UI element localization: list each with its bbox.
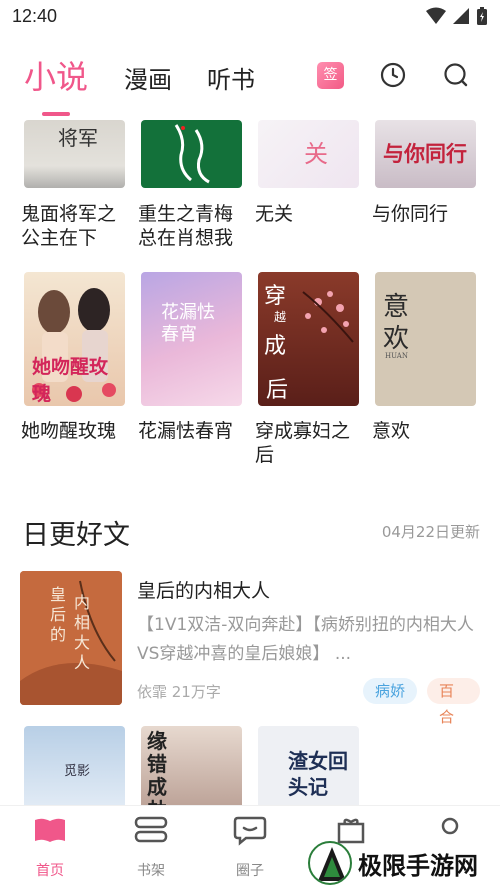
watermark: 极限手游网 <box>308 838 478 888</box>
cover-text: 关 <box>304 140 328 168</box>
chat-bubble-icon <box>233 816 267 846</box>
book-title: 穿成寡妇之后 <box>255 420 351 466</box>
nav-community[interactable]: 圈子 <box>220 814 280 880</box>
cover-text: 越 <box>274 310 287 324</box>
cover-text: 花漏怯春宵 <box>161 302 215 345</box>
history-clock-icon[interactable] <box>380 62 406 88</box>
signal-icon <box>453 8 469 24</box>
book-cover: 花漏怯春宵 <box>141 272 242 406</box>
nav-home-label: 首页 <box>36 863 64 879</box>
tab-audiobook[interactable]: 听书 <box>207 60 255 95</box>
status-icons <box>426 6 488 26</box>
featured-book[interactable]: 皇后的 内相大人 皇后的内相大人 【1V1双洁-双向奔赴】【病娇别扭的内相大人V… <box>20 571 480 726</box>
wifi-icon <box>426 7 446 24</box>
cover-text: 缘错成劫 <box>147 729 167 810</box>
featured-book-description: 【1V1双洁-双向奔赴】【病娇别扭的内相大人VS穿越冲喜的皇后娘娘】 ... <box>137 615 474 664</box>
featured-book-meta: 依霏 21万字 <box>137 683 221 701</box>
nav-bookshelf[interactable]: 书架 <box>121 814 181 880</box>
nav-bookshelf-label: 书架 <box>137 863 165 879</box>
book-cover: 与你同行 <box>375 120 476 188</box>
cover-art <box>20 571 122 705</box>
book-title: 重生之青梅总在肖想我 <box>138 203 234 249</box>
book-cover: 将军 <box>24 120 125 188</box>
cover-text: 后 <box>266 378 289 403</box>
watermark-text: 极限手游网 <box>358 851 478 880</box>
book-cover[interactable]: 渣女回头记 <box>258 726 359 809</box>
cover-text: 内相大人 <box>74 593 91 672</box>
featured-book-title: 皇后的内相大人 <box>137 580 271 602</box>
book-cover: 穿 越 成 后 <box>258 272 359 406</box>
book-cover <box>141 120 242 188</box>
search-icon[interactable] <box>443 62 469 88</box>
book-cover: 关 <box>258 120 359 188</box>
cover-text: 渣女回头记 <box>288 749 348 799</box>
cover-text: 与你同行 <box>383 141 467 166</box>
cover-text: HUAN <box>385 352 408 360</box>
cover-text: 成 <box>264 334 287 359</box>
book-title: 花漏怯春宵 <box>138 420 234 442</box>
sign-in-icon[interactable]: 签 <box>317 62 344 89</box>
cover-text: 欢 <box>383 324 410 354</box>
tag[interactable]: 病娇 <box>363 678 418 704</box>
bookshelf-icon <box>134 816 168 843</box>
top-nav: 小说 漫画 听书 签 <box>0 50 500 120</box>
book-cover: 她吻醒玫瑰 <box>24 272 125 406</box>
section-update-date: 04月22日更新 <box>381 523 480 541</box>
book-title: 鬼面将军之公主在下 <box>21 203 117 249</box>
nav-community-label: 圈子 <box>236 863 264 879</box>
book-title: 与你同行 <box>372 203 449 225</box>
book-cover[interactable]: 缘错成劫 <box>141 726 242 809</box>
active-tab-indicator <box>42 112 70 116</box>
book-cover: 意 欢 HUAN <box>375 272 476 406</box>
book-title: 无关 <box>255 203 294 225</box>
cover-text: 她吻醒玫瑰 <box>32 356 109 405</box>
status-bar: 12:40 <box>0 0 500 34</box>
featured-book-cover: 皇后的 内相大人 <box>20 571 122 705</box>
status-time: 12:40 <box>12 6 58 26</box>
section-title: 日更好文 <box>22 520 130 551</box>
cover-art <box>174 124 210 184</box>
home-book-icon <box>35 818 65 842</box>
tab-novel[interactable]: 小说 <box>24 52 88 98</box>
book-title: 意欢 <box>372 420 411 442</box>
cover-text: 将军 <box>58 126 98 150</box>
watermark-logo-icon <box>308 841 352 885</box>
cover-text: 穿 <box>264 284 287 309</box>
book-title: 她吻醒玫瑰 <box>21 420 117 442</box>
tab-comic[interactable]: 漫画 <box>124 60 172 95</box>
tag[interactable]: 百合 <box>427 678 480 726</box>
bottom-book-row: 觅影 缘错成劫 渣女回头记 <box>0 724 500 809</box>
nav-home[interactable]: 首页 <box>20 814 80 880</box>
cover-text: 皇后的 <box>50 585 67 644</box>
battery-icon <box>477 7 487 25</box>
cover-text: 觅影 <box>64 764 91 779</box>
book-cover[interactable]: 觅影 <box>24 726 125 809</box>
